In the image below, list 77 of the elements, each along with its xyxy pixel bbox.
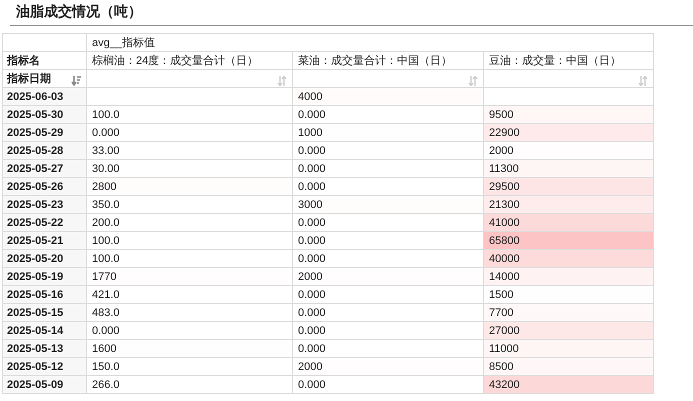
table-cell: 0.000 <box>292 322 484 340</box>
sort-icon[interactable] <box>468 76 478 86</box>
date-cell: 2025-05-20 <box>2 250 86 268</box>
header-cell: avg__指标值 <box>86 34 654 52</box>
table-cell: 0.000 <box>292 250 484 268</box>
date-cell: 2025-05-22 <box>2 214 86 232</box>
date-cell: 2025-05-30 <box>2 106 86 124</box>
table-cell: 421.0 <box>86 286 292 304</box>
table-cell: 266.0 <box>86 376 292 394</box>
date-cell: 2025-05-09 <box>2 376 86 394</box>
date-cell: 2025-05-29 <box>2 124 86 142</box>
table-cell: 21300 <box>484 196 654 214</box>
date-cell: 2025-05-21 <box>2 232 86 250</box>
date-cell: 2025-05-26 <box>2 178 86 196</box>
table-cell: 9500 <box>484 106 654 124</box>
table-cell: 8500 <box>484 358 654 376</box>
table-cell: 27000 <box>484 322 654 340</box>
table-cell: 2000 <box>292 358 484 376</box>
date-cell: 2025-05-19 <box>2 268 86 286</box>
date-cell: 2025-05-16 <box>2 286 86 304</box>
table-cell: 100.0 <box>86 250 292 268</box>
date-cell: 2025-05-15 <box>2 304 86 322</box>
header-cell: 指标名 <box>2 52 86 70</box>
table-cell: 65800 <box>484 232 654 250</box>
table-cell: 483.0 <box>86 304 292 322</box>
table-cell: 1770 <box>86 268 292 286</box>
table-cell: 100.0 <box>86 232 292 250</box>
sort-icon[interactable] <box>277 76 287 86</box>
column-header: 棕榈油：24度：成交量合计（日） <box>86 52 292 70</box>
table-cell: 0.000 <box>292 232 484 250</box>
table-cell: 0.000 <box>292 340 484 358</box>
table-cell: 33.00 <box>86 142 292 160</box>
table-cell: 0.000 <box>292 106 484 124</box>
table-cell: 3000 <box>292 196 484 214</box>
table-cell: 0.000 <box>292 304 484 322</box>
column-header: 菜油：成交量合计：中国（日） <box>292 52 484 70</box>
table-cell: 7700 <box>484 304 654 322</box>
column-header: 豆油：成交量：中国（日） <box>484 52 654 70</box>
date-cell: 2025-05-13 <box>2 340 86 358</box>
date-cell: 2025-05-12 <box>2 358 86 376</box>
table-cell: 30.00 <box>86 160 292 178</box>
table-cell: 2800 <box>86 178 292 196</box>
table-cell: 2000 <box>292 268 484 286</box>
table-cell: 14000 <box>484 268 654 286</box>
table-cell: 200.0 <box>86 214 292 232</box>
table-cell: 1000 <box>292 124 484 142</box>
table-cell: 22900 <box>484 124 654 142</box>
table-cell: 41000 <box>484 214 654 232</box>
table-cell: 350.0 <box>86 196 292 214</box>
page-title: 油脂成交情况（吨） <box>10 0 693 26</box>
date-cell: 2025-05-14 <box>2 322 86 340</box>
table-cell: 4000 <box>292 88 484 106</box>
table-cell: 2000 <box>484 142 654 160</box>
sort-icon[interactable] <box>71 76 81 86</box>
table-cell: 1600 <box>86 340 292 358</box>
date-cell: 2025-05-28 <box>2 142 86 160</box>
table-cell: 11300 <box>484 160 654 178</box>
table-cell: 1500 <box>484 286 654 304</box>
table-cell: 43200 <box>484 376 654 394</box>
table-cell: 0.000 <box>292 286 484 304</box>
table-cell: 29500 <box>484 178 654 196</box>
date-cell: 2025-05-27 <box>2 160 86 178</box>
table-cell: 0.000 <box>292 178 484 196</box>
table-cell: 0.000 <box>292 214 484 232</box>
date-cell: 2025-05-23 <box>2 196 86 214</box>
table-cell: 40000 <box>484 250 654 268</box>
table-cell: 11000 <box>484 340 654 358</box>
table-cell: 150.0 <box>86 358 292 376</box>
date-cell: 2025-06-03 <box>2 88 86 106</box>
table-cell: 0.000 <box>292 376 484 394</box>
sort-icon[interactable] <box>638 76 648 86</box>
header-cell-text: 指标日期 <box>7 72 51 86</box>
table-cell: 0.000 <box>86 322 292 340</box>
table-cell: 0.000 <box>292 160 484 178</box>
table-cell: 0.000 <box>292 142 484 160</box>
table-cell: 0.000 <box>86 124 292 142</box>
table-cell: 100.0 <box>86 106 292 124</box>
